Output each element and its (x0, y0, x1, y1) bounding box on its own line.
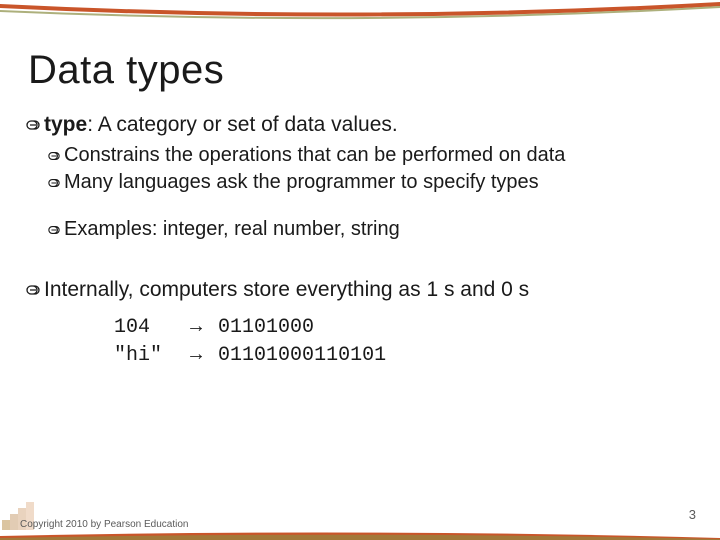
code-right: 01101000 (218, 316, 314, 339)
slide-body: type: A category or set of data values. … (24, 112, 694, 369)
bullet-level2: Many languages ask the programmer to spe… (46, 170, 694, 195)
bullet-level1: Internally, computers store everything a… (24, 277, 694, 304)
top-accent-bar (0, 0, 720, 20)
link-bullet-icon (46, 171, 62, 195)
arrow-icon: → (186, 315, 206, 337)
code-row: 104 → 01101000 (114, 313, 694, 341)
link-bullet-icon (46, 218, 62, 242)
page-number: 3 (689, 507, 696, 522)
term-strong: type (44, 113, 87, 136)
bullet-text: Examples: integer, real number, string (64, 218, 400, 240)
link-bullet-icon (24, 113, 42, 139)
bullet-level1: type: A category or set of data values. (24, 112, 694, 139)
slide-title: Data types (28, 48, 224, 93)
code-example: 104 → 01101000 "hi" → 01101000110101 (114, 313, 694, 369)
bullet-text: Constrains the operations that can be pe… (64, 144, 565, 166)
bullet-text: Many languages ask the programmer to spe… (64, 171, 539, 193)
bottom-accent-bar (0, 530, 720, 540)
bullet-level2: Constrains the operations that can be pe… (46, 143, 694, 168)
arrow-icon: → (186, 343, 206, 365)
term-rest: : A category or set of data values. (87, 113, 398, 136)
code-right: 01101000110101 (218, 344, 386, 367)
link-bullet-icon (46, 144, 62, 168)
copyright-text: Copyright 2010 by Pearson Education (20, 519, 188, 530)
bullet-text: Internally, computers store everything a… (44, 278, 529, 301)
code-left: "hi" (114, 344, 162, 367)
code-left: 104 (114, 316, 150, 339)
link-bullet-icon (24, 278, 42, 304)
bullet-level2: Examples: integer, real number, string (46, 217, 694, 242)
code-row: "hi" → 01101000110101 (114, 341, 694, 369)
